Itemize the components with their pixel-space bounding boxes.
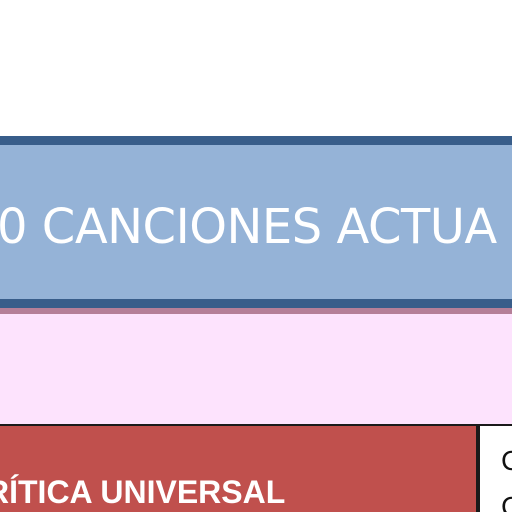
table-cell-red: RÍTICA UNIVERSAL — [0, 424, 478, 512]
pink-background-band — [0, 314, 512, 426]
page-title: 0 CANCIONES ACTUA — [0, 199, 497, 255]
table-cell-letter-bottom: C — [501, 490, 512, 512]
document-page: 0 CANCIONES ACTUA RÍTICA UNIVERSAL C C — [0, 0, 512, 512]
table-cell-letter-top: C — [501, 444, 512, 478]
table-cell-text: RÍTICA UNIVERSAL — [0, 474, 286, 510]
table-row: RÍTICA UNIVERSAL C C — [0, 424, 512, 512]
title-banner: 0 CANCIONES ACTUA — [0, 136, 512, 308]
table-cell-white: C C — [478, 424, 512, 512]
